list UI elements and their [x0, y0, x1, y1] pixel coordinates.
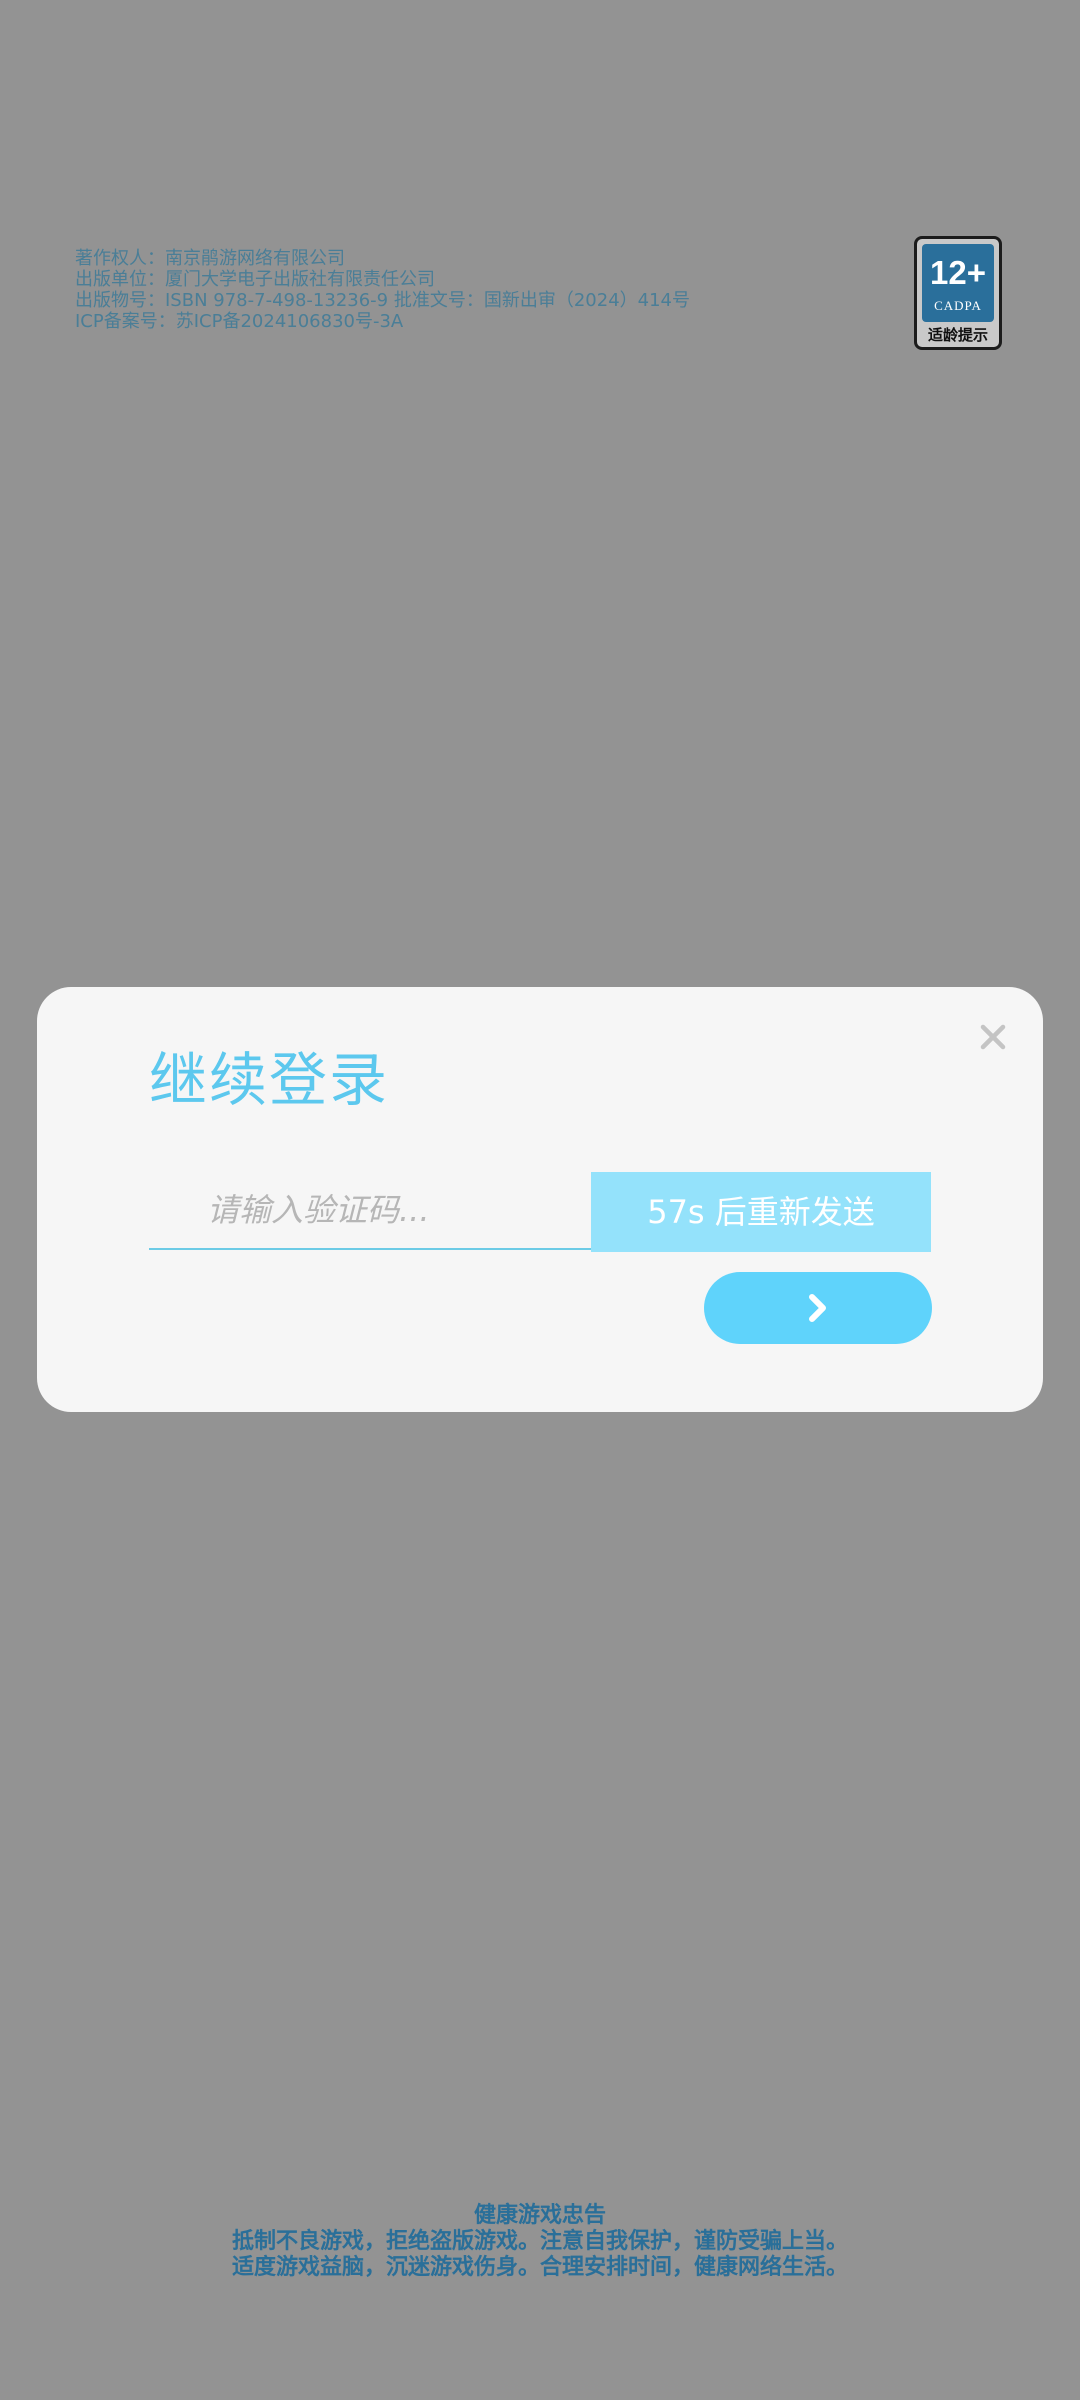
advisory-title: 健康游戏忠告: [473, 2203, 606, 2228]
age-rating-icon: 12+ CADPA: [922, 244, 994, 322]
close-icon[interactable]: [973, 1017, 1013, 1057]
age-rating-badge[interactable]: 12+ CADPA 适龄提示: [914, 236, 1002, 350]
chevron-right-icon: [809, 1294, 826, 1322]
age-rating-label: 适龄提示: [927, 326, 988, 344]
dialog-title: 继续登录: [149, 1046, 390, 1114]
next-button[interactable]: [704, 1272, 932, 1344]
age-rating-org: CADPA: [934, 298, 982, 313]
health-advisory: 健康游戏忠告 抵制不良游戏，拒绝盗版游戏。注意自我保护，谨防受骗上当。 适度游戏…: [0, 2203, 1080, 2281]
publisher-info: 著作权人：南京鹃游网络有限公司 出版单位：厦门大学电子出版社有限责任公司 出版物…: [75, 248, 855, 332]
copyright-holder: 著作权人：南京鹃游网络有限公司: [75, 248, 345, 269]
advisory-line-2: 适度游戏益脑，沉迷游戏伤身。合理安排时间，健康网络生活。: [231, 2255, 848, 2280]
verification-row: 57s 后重新发送: [149, 1172, 931, 1252]
resend-code-button[interactable]: 57s 后重新发送: [591, 1172, 931, 1252]
age-rating-value: 12+: [930, 254, 986, 291]
verification-code-input[interactable]: [149, 1172, 592, 1250]
login-dialog: 继续登录 57s 后重新发送: [37, 987, 1043, 1412]
publisher-unit: 出版单位：厦门大学电子出版社有限责任公司: [75, 269, 435, 290]
publication-number: 出版物号：ISBN 978-7-498-13236-9 批准文号：国新出审（20…: [75, 290, 691, 311]
icp-number: ICP备案号：苏ICP备2024106830号-3A: [75, 311, 404, 332]
advisory-line-1: 抵制不良游戏，拒绝盗版游戏。注意自我保护，谨防受骗上当。: [231, 2229, 848, 2254]
